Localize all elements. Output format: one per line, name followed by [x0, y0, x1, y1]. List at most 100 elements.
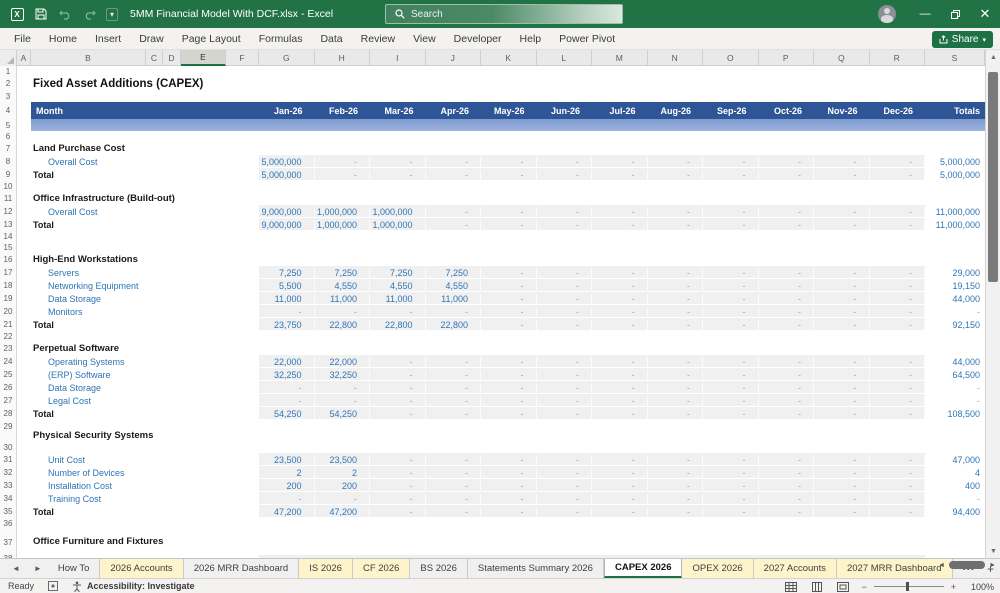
value-cell[interactable]: - [703, 468, 759, 478]
value-cell[interactable]: - [759, 409, 815, 419]
value-cell[interactable]: - [537, 294, 593, 304]
zoom-slider-thumb[interactable] [906, 582, 909, 591]
value-cell[interactable]: - [315, 170, 371, 180]
sheet-tab-is-2026[interactable]: IS 2026 [299, 559, 353, 578]
row-label-cell[interactable]: (ERP) Software [17, 370, 259, 380]
value-cell[interactable]: - [703, 320, 759, 330]
value-cell[interactable]: - [537, 281, 593, 291]
value-cell[interactable]: - [315, 307, 371, 317]
value-cell[interactable]: 200 [315, 481, 371, 491]
sheet-tab-bs-2026[interactable]: BS 2026 [410, 559, 467, 578]
row-label-cell[interactable]: Training Cost [17, 494, 259, 504]
value-cell[interactable]: 5,000,000 [259, 170, 315, 180]
row-label-cell[interactable]: Installation Cost [17, 481, 259, 491]
value-cell[interactable]: - [370, 370, 426, 380]
row-header[interactable]: 32 [0, 466, 17, 479]
value-cell[interactable]: 47,200 [315, 507, 371, 517]
value-cell[interactable]: 11,000 [426, 294, 482, 304]
value-cell[interactable]: - [759, 370, 815, 380]
value-cell[interactable]: - [870, 220, 926, 230]
value-cell[interactable]: - [870, 455, 926, 465]
total-cell[interactable]: - [925, 396, 985, 406]
month-header-cell[interactable]: Jul-26 [592, 106, 648, 116]
column-header-H[interactable]: H [315, 50, 371, 66]
value-cell[interactable]: 23,750 [259, 320, 315, 330]
total-cell[interactable]: 47,000 [925, 455, 985, 465]
value-cell[interactable]: - [814, 157, 870, 167]
row-label-cell[interactable]: Overall Cost [17, 157, 259, 167]
value-cell[interactable]: 22,800 [426, 320, 482, 330]
row-label-cell[interactable]: Networking Equipment [17, 281, 259, 291]
value-cell[interactable]: - [259, 383, 315, 393]
row-header[interactable]: 4 [0, 102, 17, 119]
value-cell[interactable]: - [870, 507, 926, 517]
value-cell[interactable]: - [703, 455, 759, 465]
horizontal-scrollbar[interactable]: ◄ ► [938, 561, 996, 569]
row-header[interactable]: 17 [0, 266, 17, 279]
value-cell[interactable]: - [370, 507, 426, 517]
sheet-tab-how-to[interactable]: How To [48, 559, 101, 578]
value-cell[interactable]: - [481, 494, 537, 504]
row-header[interactable]: 10 [0, 181, 17, 192]
value-cell[interactable]: - [814, 383, 870, 393]
month-header-cell[interactable]: Dec-26 [870, 106, 926, 116]
ribbon-tab-data[interactable]: Data [311, 28, 351, 50]
share-button[interactable]: Share ▾ [932, 31, 993, 48]
month-header-cell[interactable]: Jun-26 [537, 106, 593, 116]
value-cell[interactable]: - [592, 494, 648, 504]
value-cell[interactable]: 32,250 [315, 370, 371, 380]
scroll-right-icon[interactable]: ► [989, 562, 996, 569]
value-cell[interactable]: 9,000,000 [259, 220, 315, 230]
month-header-cell[interactable]: Feb-26 [315, 106, 371, 116]
zoom-slider[interactable] [874, 586, 944, 587]
value-cell[interactable]: - [592, 481, 648, 491]
row-header[interactable]: 35 [0, 505, 17, 518]
prev-sheet-icon[interactable]: ◄ [12, 564, 20, 573]
sheet-tab-2027-mrr-dashboard[interactable]: 2027 MRR Dashboard [837, 559, 953, 578]
value-cell[interactable]: 1,000,000 [315, 220, 371, 230]
total-cell[interactable]: 4 [925, 468, 985, 478]
value-cell[interactable]: - [814, 468, 870, 478]
select-all-corner[interactable] [0, 50, 17, 66]
value-cell[interactable]: - [426, 494, 482, 504]
row-header[interactable]: 12 [0, 205, 17, 218]
value-cell[interactable]: - [648, 281, 704, 291]
column-header-D[interactable]: D [163, 50, 181, 66]
column-header-N[interactable]: N [648, 50, 704, 66]
ribbon-tab-file[interactable]: File [0, 28, 40, 50]
value-cell[interactable]: - [481, 320, 537, 330]
value-cell[interactable]: 11,000 [315, 294, 371, 304]
row-header[interactable]: 1 [0, 66, 17, 76]
row-header[interactable]: 15 [0, 242, 17, 253]
value-cell[interactable]: - [759, 281, 815, 291]
value-cell[interactable]: - [648, 357, 704, 367]
minimize-button[interactable]: — [910, 0, 940, 28]
value-cell[interactable]: - [592, 220, 648, 230]
row-label-cell[interactable]: Monitors [17, 307, 259, 317]
value-cell[interactable]: - [703, 170, 759, 180]
sheet-tab-2027-accounts[interactable]: 2027 Accounts [754, 559, 837, 578]
value-cell[interactable]: - [426, 396, 482, 406]
customize-qat-icon[interactable]: ▾ [106, 8, 118, 21]
value-cell[interactable]: - [370, 455, 426, 465]
value-cell[interactable]: 4,550 [315, 281, 371, 291]
row-header[interactable]: 9 [0, 168, 17, 181]
value-cell[interactable]: - [537, 220, 593, 230]
total-cell[interactable]: 5,000,000 [925, 157, 985, 167]
value-cell[interactable]: 5,500 [259, 281, 315, 291]
row-label-cell[interactable]: Total [17, 507, 259, 517]
value-cell[interactable]: - [481, 307, 537, 317]
value-cell[interactable]: - [426, 357, 482, 367]
row-label-cell[interactable]: Unit Cost [17, 455, 259, 465]
column-header-I[interactable]: I [370, 50, 426, 66]
value-cell[interactable]: 7,250 [315, 268, 371, 278]
value-cell[interactable]: 200 [259, 481, 315, 491]
value-cell[interactable]: - [481, 409, 537, 419]
value-cell[interactable]: - [592, 157, 648, 167]
search-box[interactable] [385, 4, 623, 24]
value-cell[interactable]: 2 [315, 468, 371, 478]
month-header-cell[interactable]: Aug-26 [648, 106, 704, 116]
row-header[interactable]: 14 [0, 231, 17, 242]
value-cell[interactable]: - [870, 396, 926, 406]
value-cell[interactable]: - [814, 268, 870, 278]
